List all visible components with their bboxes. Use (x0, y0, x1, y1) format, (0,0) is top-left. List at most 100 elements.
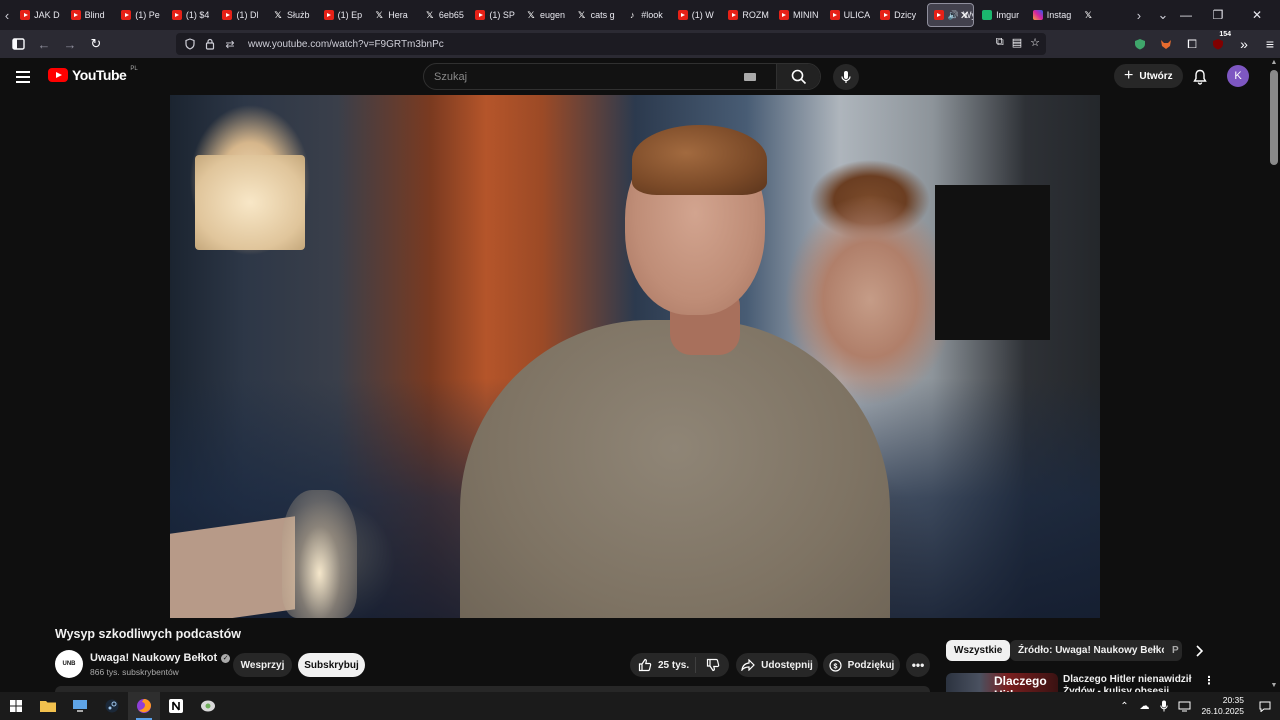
scroll-down-icon[interactable]: ▼ (1270, 682, 1278, 692)
browser-tab[interactable]: 𝕏eugen (520, 0, 571, 30)
like-button[interactable]: 25 tys. (630, 657, 696, 673)
app-menu-icon[interactable]: ≡ (1258, 32, 1280, 56)
reader-view-icon[interactable]: ▤ (1012, 36, 1022, 49)
back-icon[interactable]: ← (32, 32, 56, 56)
voice-search-button[interactable] (833, 64, 859, 90)
url-bar[interactable]: ⇄ www.youtube.com/watch?v=F9GRTm3bnPc ⧉ … (176, 33, 1046, 55)
video-player[interactable] (170, 95, 1100, 618)
shield-extension-icon[interactable] (1128, 32, 1152, 56)
ublock-icon[interactable]: 154 (1206, 31, 1232, 56)
sidebar-toggle-icon[interactable] (6, 32, 30, 56)
chip-partial[interactable]: P (1164, 640, 1182, 661)
notification-center-icon[interactable] (1258, 699, 1272, 713)
extensions-puzzle-icon[interactable]: ⧠ (1180, 32, 1204, 56)
browser-tab[interactable]: MININ (773, 0, 824, 30)
browser-tab[interactable]: (1) W (672, 0, 723, 30)
lock-icon[interactable] (204, 38, 216, 50)
taskbar-clock[interactable]: 20:35 26.10.2025 (1201, 695, 1244, 717)
youtube-logo[interactable]: YouTube PL (48, 66, 138, 83)
browser-tab[interactable]: ULICA (824, 0, 875, 30)
windows-start-icon[interactable] (0, 692, 32, 720)
browser-tab[interactable]: Instag (1027, 0, 1078, 30)
like-dislike-group: 25 tys. (630, 653, 729, 677)
windows-taskbar: ⌃ ☁ 20:35 26.10.2025 (0, 692, 1280, 720)
search-input[interactable]: Szukaj (434, 71, 744, 83)
browser-tab[interactable]: JAK D (14, 0, 65, 30)
tab-scroll-right-icon[interactable]: › (1132, 0, 1146, 30)
network-icon[interactable] (1177, 699, 1191, 713)
browser-tab[interactable]: (1) $4 (166, 0, 217, 30)
steam-icon[interactable] (96, 692, 128, 720)
scrollbar-thumb[interactable] (1270, 70, 1278, 165)
browser-tab[interactable]: 𝕏 Hera (368, 0, 419, 30)
thanks-button[interactable]: $ Podziękuj (823, 653, 900, 677)
fox-extension-icon[interactable] (1154, 32, 1178, 56)
channel-name[interactable]: Uwaga! Naukowy Bełkot (90, 652, 217, 664)
recommendation-title[interactable]: Dlaczego Hitler nienawidził Żydów - kuli… (1063, 674, 1193, 692)
speaker-icon[interactable]: 🔊 (948, 10, 959, 21)
file-explorer-icon[interactable] (32, 692, 64, 720)
browser-tab[interactable]: Dzicy (874, 0, 925, 30)
browser-tab[interactable]: 𝕏 (1077, 0, 1128, 30)
browser-tab[interactable]: 𝕏 6eb65 (419, 0, 470, 30)
video-frame-monitor (935, 185, 1050, 340)
channel-avatar[interactable]: UNB (55, 650, 83, 678)
channel-name-row[interactable]: Uwaga! Naukowy Bełkot ✓ (90, 652, 231, 664)
share-button[interactable]: Udostępnij (736, 653, 818, 677)
satellite-app-icon[interactable] (192, 692, 224, 720)
firefox-icon[interactable] (128, 692, 160, 720)
account-avatar[interactable]: K (1227, 65, 1249, 87)
url-text[interactable]: www.youtube.com/watch?v=F9GRTm3bnPc (248, 39, 444, 50)
browser-tab[interactable]: Blind (65, 0, 116, 30)
bookmark-star-icon[interactable]: ☆ (1030, 36, 1040, 49)
microphone-tray-icon[interactable] (1157, 699, 1171, 713)
x-icon: 𝕏 (527, 9, 535, 20)
chip-source[interactable]: Źródło: Uwaga! Naukowy Bełkot (1010, 640, 1179, 661)
recommendation-thumbnail[interactable]: Dlaczego Hitler (946, 673, 1058, 692)
browser-tab[interactable]: (1) Ep (318, 0, 369, 30)
browser-tab[interactable]: ♪ #look (621, 0, 672, 30)
reload-icon[interactable]: ↻ (84, 32, 108, 56)
keyboard-icon[interactable] (744, 72, 756, 81)
scroll-up-icon[interactable]: ▲ (1270, 59, 1278, 69)
browser-tab[interactable]: (1) Dl (216, 0, 267, 30)
page-scrollbar[interactable]: ▲ ▼ (1268, 58, 1280, 692)
join-button[interactable]: Wesprzyj (233, 653, 292, 677)
tab-active[interactable]: 🔊 Wy ✕ (926, 3, 975, 27)
create-button[interactable]: + Utwórz (1114, 64, 1183, 88)
notion-icon[interactable] (160, 692, 192, 720)
dislike-button[interactable] (696, 658, 729, 672)
chips-next-chevron-icon[interactable] (1190, 641, 1208, 661)
chip-all[interactable]: Wszystkie (946, 640, 1011, 661)
tab-scroll-left-icon[interactable]: ‹ (0, 0, 14, 30)
onedrive-cloud-icon[interactable]: ☁ (1137, 699, 1151, 713)
browser-tab[interactable]: (1) Pe (115, 0, 166, 30)
recommendation-menu-icon[interactable]: ⋮ (1203, 674, 1215, 688)
notifications-bell-icon[interactable] (1190, 67, 1210, 87)
browser-tab[interactable]: (1) SP (469, 0, 520, 30)
search-box[interactable]: Szukaj (423, 63, 821, 90)
browser-tab[interactable]: ROZM (722, 0, 773, 30)
more-actions-icon[interactable]: ••• (906, 653, 930, 677)
tray-overflow-chevron-icon[interactable]: ⌃ (1117, 699, 1131, 713)
permissions-icon[interactable]: ⇄ (224, 38, 236, 51)
search-button[interactable] (776, 64, 820, 89)
browser-tab[interactable]: 𝕏 Służb (267, 0, 318, 30)
clock-time: 20:35 (1222, 695, 1244, 705)
guide-menu-icon[interactable] (14, 68, 34, 84)
browser-tab[interactable]: 𝕏cats g (571, 0, 622, 30)
close-tab-icon[interactable]: ✕ (960, 9, 969, 22)
tracking-shield-icon[interactable] (184, 38, 196, 50)
pip-icon[interactable]: ⧉ (996, 36, 1004, 49)
browser-tab[interactable]: Imgur (976, 0, 1027, 30)
subscribe-button[interactable]: Subskrybuj (298, 653, 365, 677)
tab-label: MININ (792, 10, 819, 20)
restore-icon[interactable]: ❐ (1202, 0, 1234, 30)
window-close-icon[interactable]: ✕ (1234, 0, 1280, 30)
minimize-icon[interactable]: — (1170, 0, 1202, 30)
tab-label: (1) Dl (236, 10, 259, 20)
forward-icon[interactable]: → (58, 32, 82, 56)
control-panel-icon[interactable] (64, 692, 96, 720)
tab-list-dropdown-icon[interactable]: ⌄ (1156, 0, 1170, 30)
overflow-menu-icon[interactable]: » (1232, 32, 1256, 56)
